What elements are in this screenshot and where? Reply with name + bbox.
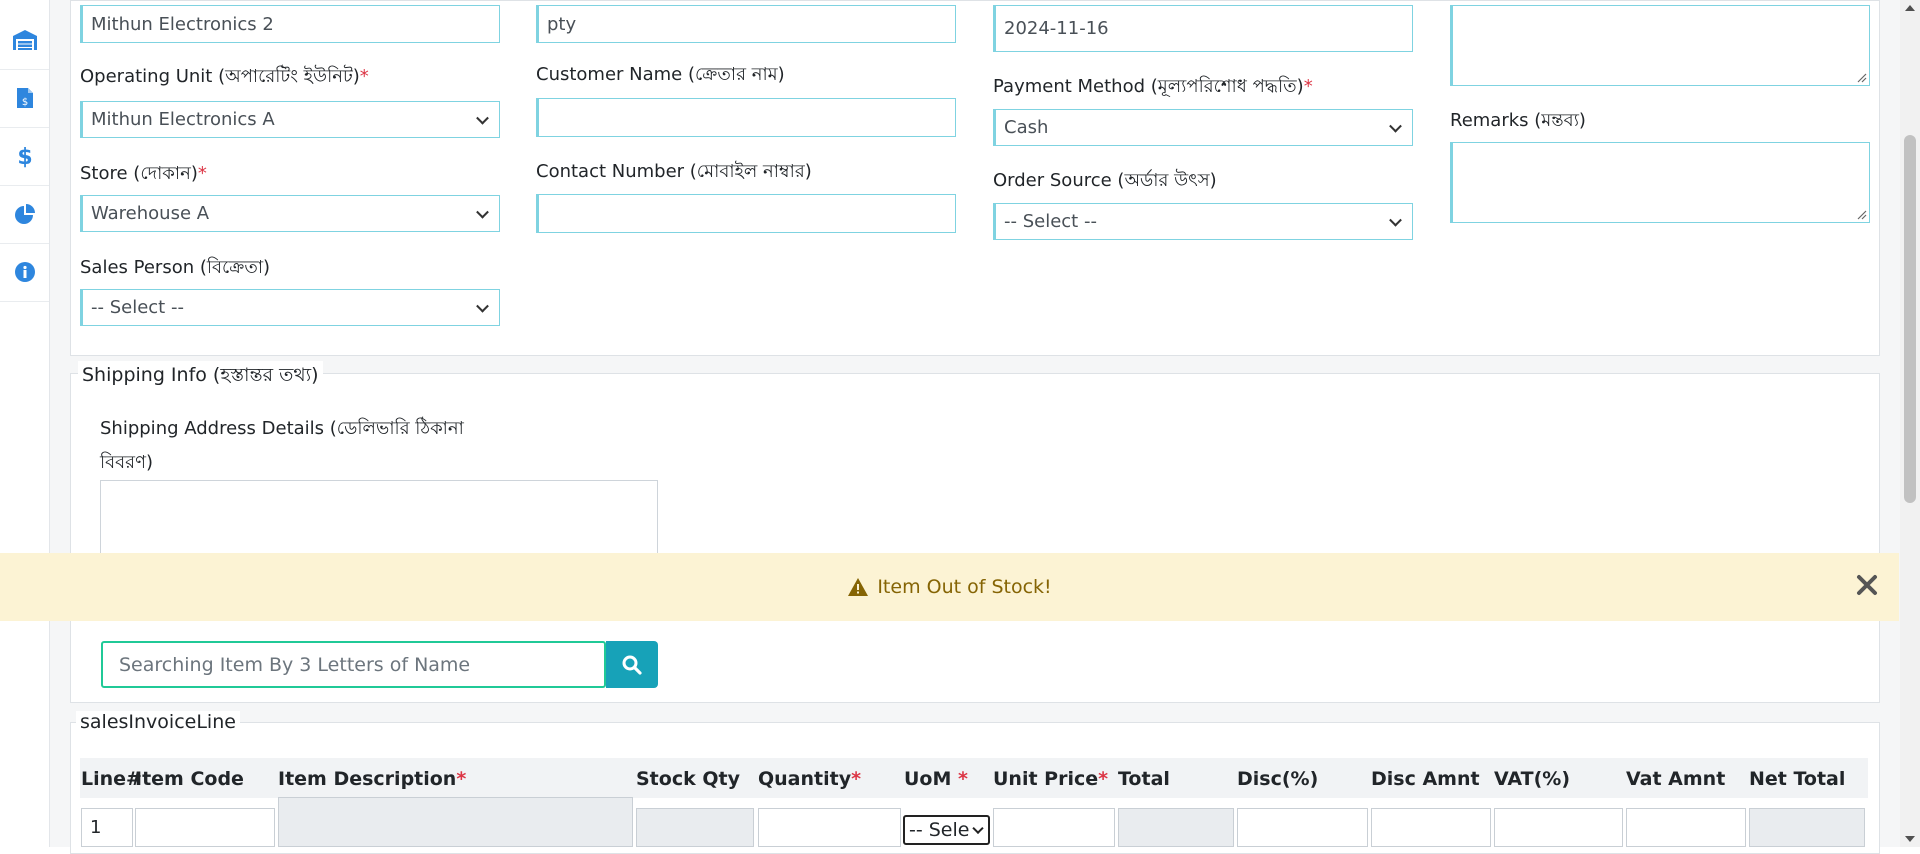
order-source-select[interactable]: -- Select -- — [993, 203, 1413, 240]
scroll-thumb[interactable] — [1904, 135, 1916, 503]
required-mark: * — [1098, 768, 1109, 790]
sidebar-item-info[interactable] — [0, 243, 49, 302]
disc-percent-input[interactable] — [1237, 808, 1368, 847]
required-mark: * — [1303, 76, 1313, 97]
col-quantity: Quantity* — [758, 768, 862, 790]
operating-unit-value: Mithun Electronics A — [91, 109, 275, 130]
line-no-cell[interactable]: 1 — [81, 808, 133, 847]
required-mark: * — [359, 66, 369, 87]
search-icon — [622, 655, 642, 675]
line-no-value: 1 — [90, 817, 102, 838]
col-net-total: Net Total — [1749, 768, 1846, 790]
sales-person-label: Sales Person (বিক্রেতা) — [80, 257, 271, 278]
col-unit-price: Unit Price* — [993, 768, 1109, 790]
sidebar-item-finance[interactable]: $ — [0, 127, 49, 186]
svg-text:$: $ — [21, 97, 27, 108]
item-search-placeholder: Searching Item By 3 Letters of Name — [119, 653, 471, 676]
operating-unit-label: Operating Unit (অপারেটিং ইউনিট)* — [80, 66, 369, 87]
sales-person-select[interactable]: -- Select -- — [80, 289, 500, 326]
contact-number-label: Contact Number (মোবাইল নাম্বার) — [536, 161, 812, 182]
svg-text:$: $ — [17, 145, 32, 168]
invoice-date-field[interactable]: 2024-11-16 — [993, 5, 1413, 52]
page-scrollbar[interactable] — [1900, 0, 1920, 847]
col-item-description: Item Description* — [278, 768, 467, 790]
remarks-label: Remarks (মন্তব্য) — [1450, 110, 1586, 131]
payment-method-value: Cash — [1004, 117, 1049, 138]
col-vat-percent: VAT(%) — [1494, 768, 1571, 790]
pie-chart-icon — [14, 204, 35, 224]
col-disc-percent: Disc(%) — [1237, 768, 1319, 790]
shipping-address-label-line1: Shipping Address Details (ডেলিভারি ঠিকান… — [100, 418, 464, 439]
uom-value: -- Sele — [909, 819, 970, 841]
col-total: Total — [1118, 768, 1170, 790]
vat-amount-input[interactable] — [1626, 808, 1746, 847]
item-code-input[interactable] — [135, 808, 275, 847]
uom-select[interactable]: -- Sele — [903, 815, 990, 845]
info-icon — [14, 262, 35, 282]
stock-qty-cell — [636, 808, 754, 847]
shipping-address-label-line2: বিবরণ) — [100, 452, 153, 473]
sidebar-item-warehouse[interactable] — [0, 11, 49, 70]
col-line-no: Line# — [81, 768, 142, 790]
invoice-date-value: 2024-11-16 — [1004, 18, 1109, 39]
item-search-input[interactable]: Searching Item By 3 Letters of Name — [101, 641, 606, 688]
close-icon[interactable] — [1853, 571, 1881, 599]
shipping-info-legend: Shipping Info (হস্তান্তর তথ্য) — [78, 361, 323, 393]
quantity-input[interactable] — [758, 808, 901, 847]
scroll-up-icon[interactable] — [1905, 5, 1915, 11]
notes-textarea[interactable] — [1450, 5, 1870, 86]
col-uom: UoM * — [904, 768, 968, 790]
warehouse-icon — [12, 30, 37, 50]
required-mark: * — [197, 163, 207, 184]
net-total-cell — [1749, 808, 1865, 847]
order-source-label: Order Source (অর্ডার উৎস) — [993, 170, 1217, 191]
payment-method-select[interactable]: Cash — [993, 109, 1413, 146]
resize-handle-icon[interactable] — [1857, 210, 1867, 220]
contact-number-input[interactable] — [536, 194, 956, 233]
remarks-textarea[interactable] — [1450, 142, 1870, 223]
sales-person-value: -- Select -- — [91, 297, 184, 318]
invoice-lines-legend: salesInvoiceLine — [76, 711, 240, 733]
resize-handle-icon[interactable] — [1857, 73, 1867, 83]
item-search-button[interactable] — [606, 641, 658, 688]
required-mark: * — [851, 768, 862, 790]
col-item-code: Item Code — [135, 768, 244, 790]
store-value: Warehouse A — [91, 203, 210, 224]
unit-price-input[interactable] — [993, 808, 1115, 847]
company-value: Mithun Electronics 2 — [91, 13, 274, 35]
invoice-icon: $ — [16, 88, 33, 108]
store-select[interactable]: Warehouse A — [80, 195, 500, 232]
warning-icon — [848, 578, 869, 596]
sidebar: $ $ — [0, 0, 50, 847]
vat-percent-input[interactable] — [1494, 808, 1623, 847]
item-description-cell — [278, 797, 633, 847]
customer-name-input[interactable] — [536, 98, 956, 137]
customer-name-label: Customer Name (ক্রেতার নাম) — [536, 64, 785, 85]
required-mark: * — [456, 768, 467, 790]
col-stock-qty: Stock Qty — [636, 768, 740, 790]
customer-type-value: pty — [547, 13, 577, 35]
sidebar-item-reports[interactable] — [0, 185, 49, 244]
total-cell — [1118, 808, 1234, 847]
company-field[interactable]: Mithun Electronics 2 — [80, 5, 500, 43]
operating-unit-select[interactable]: Mithun Electronics A — [80, 101, 500, 138]
required-mark: * — [958, 768, 968, 790]
col-vat-amount: Vat Amnt — [1626, 768, 1726, 790]
store-label: Store (দোকান)* — [80, 163, 207, 184]
alert-message: Item Out of Stock! — [877, 576, 1052, 598]
payment-method-label: Payment Method (মূল্যপরিশোধ পদ্ধতি)* — [993, 76, 1313, 97]
shipping-address-label: Shipping Address Details (ডেলিভারি ঠিকান… — [100, 414, 464, 479]
dollar-icon: $ — [17, 145, 32, 168]
customer-type-field[interactable]: pty — [536, 5, 956, 43]
out-of-stock-alert: Item Out of Stock! — [0, 553, 1899, 621]
disc-amount-input[interactable] — [1371, 808, 1491, 847]
scroll-down-icon[interactable] — [1905, 836, 1915, 842]
order-source-value: -- Select -- — [1004, 211, 1097, 232]
col-disc-amount: Disc Amnt — [1371, 768, 1480, 790]
sidebar-item-invoice[interactable]: $ — [0, 69, 49, 128]
